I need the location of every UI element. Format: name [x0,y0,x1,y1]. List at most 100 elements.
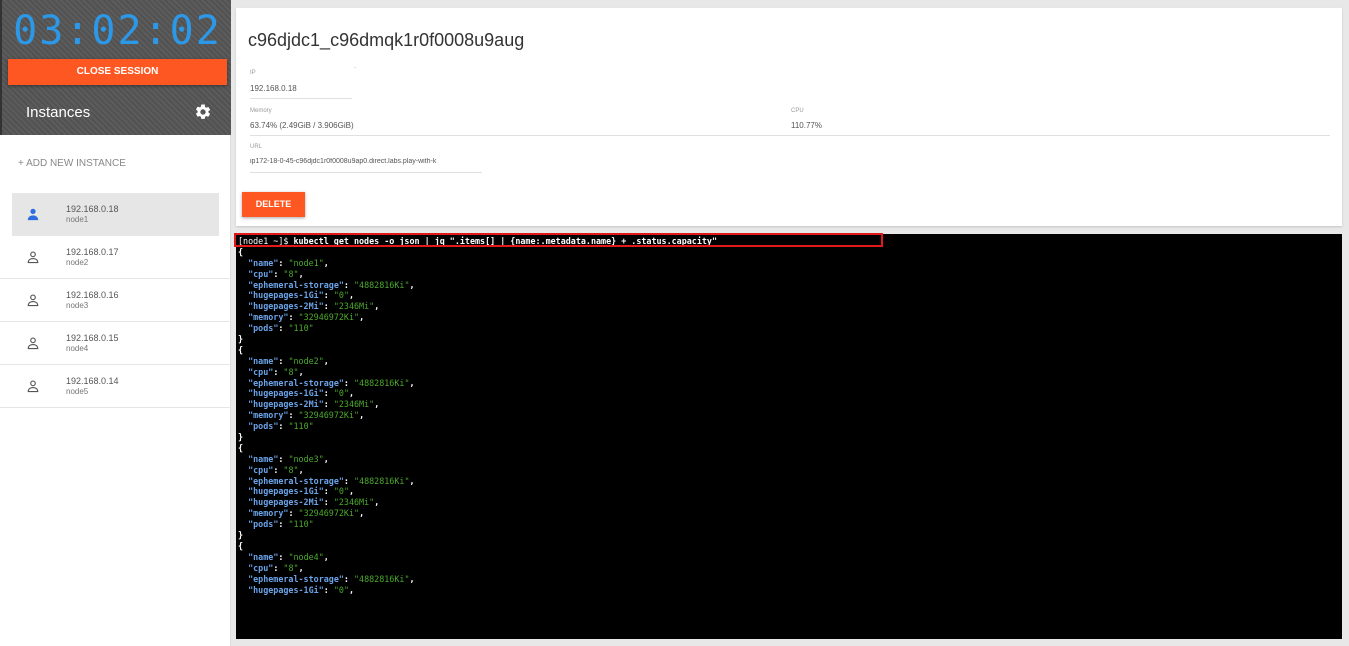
json-key: memory [253,312,284,323]
url-value[interactable]: ip172-18-0-45-c96djdc1r0f0008u9ap0.direc… [250,158,482,165]
person-outline-icon [27,337,39,350]
json-entry: "cpu": "8", [248,268,304,279]
json-value: 32946972Ki [303,508,355,519]
instance-item[interactable]: 192.168.0.16 node3 [0,279,231,322]
json-value: 2346Mi [338,301,370,312]
json-value: 32946972Ki [303,410,355,421]
json-entry: "name": "node4", [248,551,329,562]
cpu-value: 110.77% [791,121,822,130]
terminal[interactable]: [node1 ~]$ kubectl get nodes -o json | j… [236,234,1342,639]
terminal-prompt: [node1 ~]$ [238,236,294,246]
json-entry: "ephemeral-storage": "4882816Ki", [248,377,415,388]
json-key: cpu [253,268,269,279]
json-value: 32946972Ki [303,312,355,323]
json-value: 110 [293,519,309,530]
add-new-instance-button[interactable]: + ADD NEW INSTANCE [18,158,126,169]
json-entry: "name": "node3", [248,453,329,464]
gear-icon[interactable] [194,103,212,121]
json-value: 110 [293,323,309,334]
memory-label: Memory [250,108,272,114]
json-key: cpu [253,464,269,475]
json-entry: "hugepages-2Mi": "2346Mi", [248,497,380,508]
json-entry: "ephemeral-storage": "4882816Ki", [248,475,415,486]
json-value: 4882816Ki [359,573,405,584]
json-value: node3 [293,453,319,464]
json-entry: "memory": "32946972Ki", [248,312,365,323]
json-key: name [253,257,274,268]
instance-item[interactable]: 192.168.0.18 node1 [12,193,219,236]
ip-label: IP [250,70,256,76]
json-key: ephemeral-storage [253,279,339,290]
json-value: 4882816Ki [359,279,405,290]
json-key: name [253,355,274,366]
json-key: pods [253,323,274,334]
instance-item[interactable]: 192.168.0.14 node5 [0,365,231,408]
json-key: hugepages-1Gi [253,388,319,399]
close-session-button[interactable]: CLOSE SESSION [8,59,227,85]
sidebar: 03:02:02 CLOSE SESSION Instances + ADD N… [0,0,231,646]
json-value: node2 [293,355,319,366]
instance-ip: 192.168.0.18 [66,204,119,214]
json-key: memory [253,410,284,421]
cpu-label: CPU [791,108,804,114]
json-key: hugepages-2Mi [253,497,319,508]
instances-title: Instances [26,104,91,121]
terminal-command: kubectl get nodes -o json | jq ".items[]… [293,236,718,246]
instance-name: node4 [66,344,89,353]
json-close-brace: } [238,432,244,443]
ip-dot [354,67,356,68]
json-entry: "pods": "110" [248,421,314,432]
json-key: pods [253,421,274,432]
json-key: hugepages-1Gi [253,584,319,595]
json-value: node1 [293,257,319,268]
json-key: ephemeral-storage [253,377,339,388]
json-open-brace: { [238,442,244,453]
terminal-command-line: [node1 ~]$ kubectl get nodes -o json | j… [238,236,1342,247]
instance-name: node2 [66,258,89,267]
json-value: node4 [293,551,319,562]
json-close-brace: } [238,530,244,541]
instance-item[interactable]: 192.168.0.17 node2 [0,236,231,279]
instance-name: node1 [66,215,89,224]
person-outline-icon [27,380,39,393]
json-entry: "cpu": "8", [248,366,304,377]
json-key: memory [253,508,284,519]
json-entry: "hugepages-2Mi": "2346Mi", [248,399,380,410]
json-open-brace: { [238,246,244,257]
url-label: URL [250,144,263,150]
json-entry: "cpu": "8", [248,562,304,573]
sidebar-header: 03:02:02 CLOSE SESSION Instances [0,0,231,135]
json-value: 2346Mi [338,497,370,508]
session-timer: 03:02:02 [13,8,222,54]
json-key: hugepages-2Mi [253,399,319,410]
person-outline-icon [27,251,39,264]
json-open-brace: { [238,540,244,551]
divider [250,135,1330,136]
json-key: ephemeral-storage [253,475,339,486]
instance-ip: 192.168.0.15 [66,333,119,343]
ip-value: 192.168.0.18 [250,84,297,93]
json-close-brace: } [238,334,244,345]
url-underline [250,172,482,173]
json-key: hugepages-1Gi [253,486,319,497]
json-entry: "hugepages-1Gi": "0", [248,486,355,497]
person-outline-icon [27,294,39,307]
delete-button[interactable]: DELETE [242,192,305,217]
person-icon [27,208,39,221]
json-key: pods [253,519,274,530]
instance-details-card: c96djdc1_c96dmqk1r0f0008u9aug IP 192.168… [236,8,1342,226]
json-entry: "pods": "110" [248,323,314,334]
json-value: 4882816Ki [359,377,405,388]
terminal-output: { "name": "node1", "cpu": "8", "ephemera… [238,247,1342,596]
json-entry: "memory": "32946972Ki", [248,410,365,421]
instance-item[interactable]: 192.168.0.15 node4 [0,322,231,365]
json-entry: "name": "node2", [248,355,329,366]
json-entry: "hugepages-1Gi": "0", [248,388,355,399]
json-entry: "memory": "32946972Ki", [248,508,365,519]
json-entry: "cpu": "8", [248,464,304,475]
instance-ip: 192.168.0.16 [66,290,119,300]
memory-value: 63.74% (2.49GiB / 3.906GiB) [250,121,354,130]
json-open-brace: { [238,344,244,355]
json-entry: "pods": "110" [248,519,314,530]
json-key: name [253,453,274,464]
